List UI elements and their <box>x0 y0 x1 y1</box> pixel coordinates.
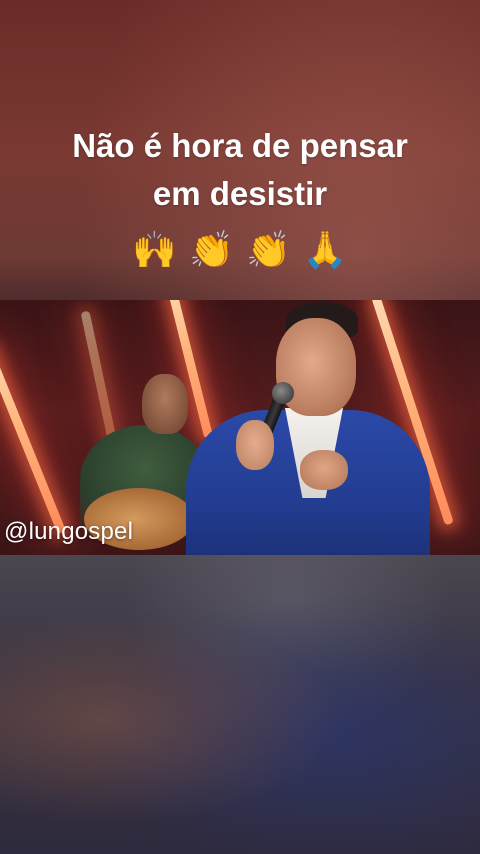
raising-hands-icon: 🙌 <box>132 229 178 270</box>
microphone-head <box>272 382 294 404</box>
stage-light <box>80 310 119 450</box>
stage-light <box>0 345 67 535</box>
speaker-hand <box>236 420 274 470</box>
post-caption: Não é hora de pensar em desistir <box>0 122 480 218</box>
guitarist-head <box>142 374 188 434</box>
clapping-hands-icon: 👏 <box>189 229 234 270</box>
watermark-handle: @lungospel <box>4 518 134 545</box>
speaker-chest-hand <box>300 450 348 490</box>
caption-line-1: Não é hora de pensar <box>72 127 408 164</box>
clapping-hands-icon: 👏 <box>246 229 291 270</box>
emoji-row: 🙌 👏 👏 🙏 <box>0 228 480 272</box>
blurred-background <box>0 555 480 854</box>
praying-hands-icon: 🙏 <box>302 229 348 270</box>
caption-line-2: em desistir <box>152 175 328 212</box>
